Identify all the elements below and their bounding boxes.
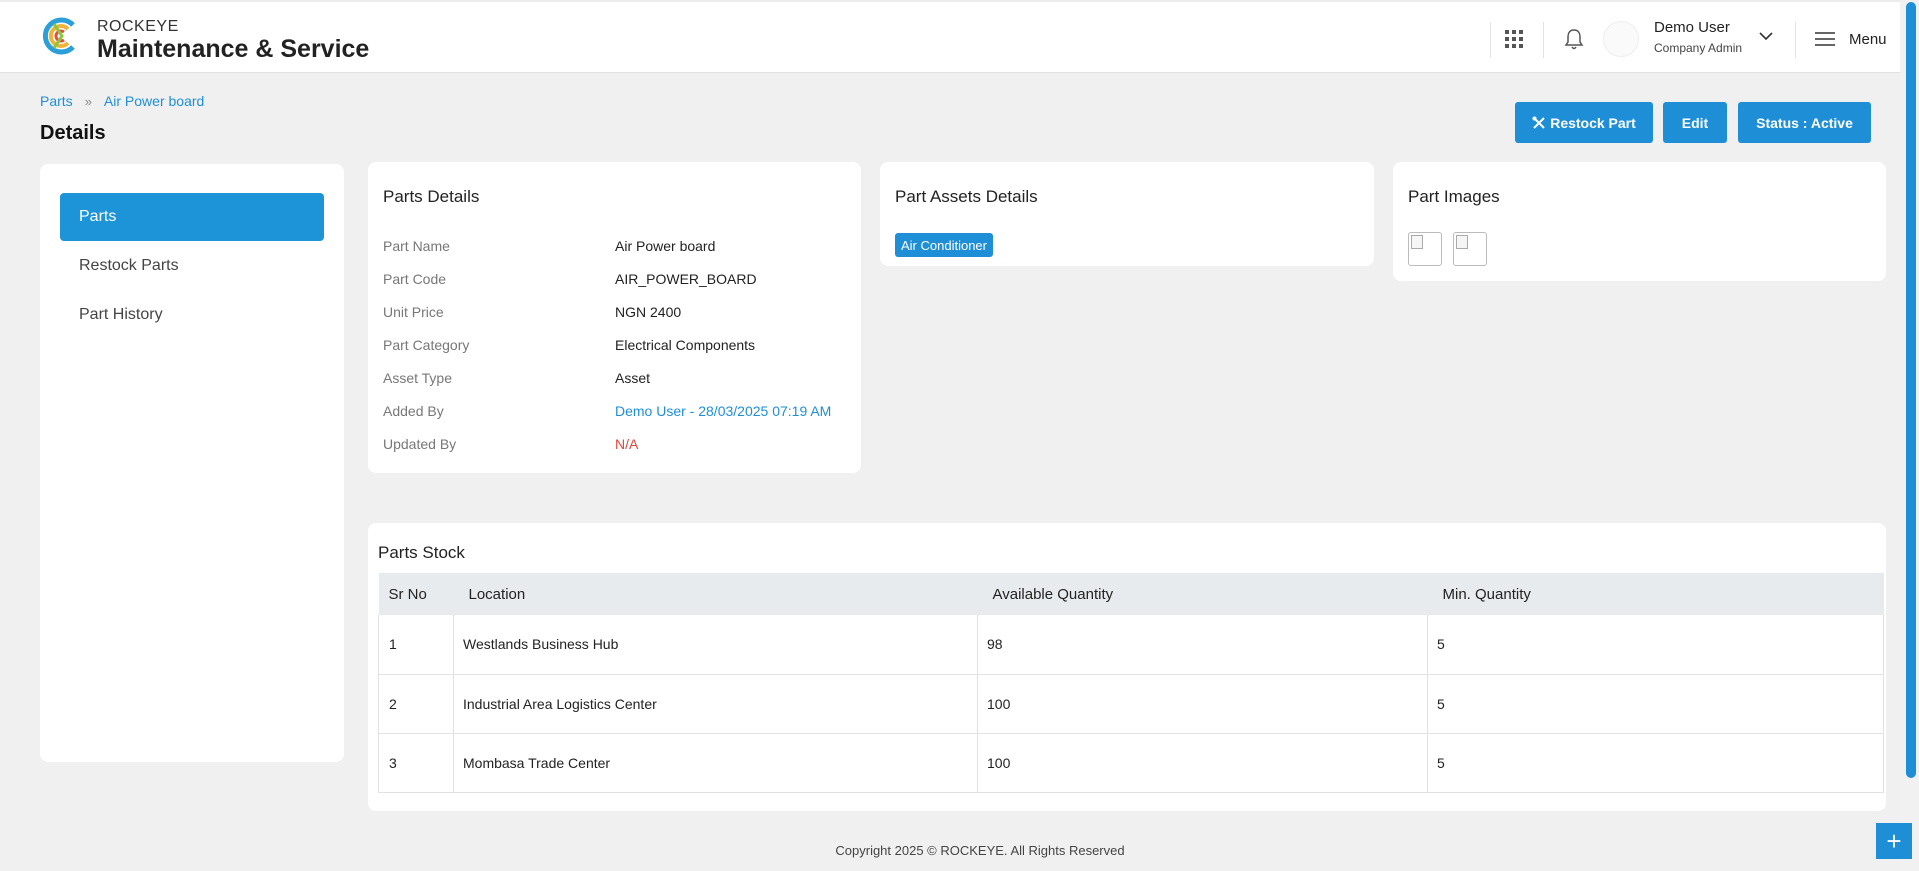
header-divider xyxy=(1543,22,1544,58)
brand-company: ROCKEYE xyxy=(97,18,179,35)
page-title: Details xyxy=(40,122,106,144)
header-divider xyxy=(1795,22,1796,58)
sidebar: Parts Restock Parts Part History xyxy=(40,164,344,762)
cell-min-qty: 5 xyxy=(1427,733,1884,793)
plus-icon: + xyxy=(1886,825,1902,856)
detail-value: Electrical Components xyxy=(615,337,756,353)
detail-value: Air Power board xyxy=(615,238,716,254)
cell-available-qty: 100 xyxy=(977,733,1428,793)
chevron-down-icon[interactable] xyxy=(1758,28,1774,44)
detail-key: Part Code xyxy=(383,271,447,287)
part-assets-title: Part Assets Details xyxy=(895,187,1038,206)
user-name: Demo User xyxy=(1654,19,1730,36)
parts-stock-table: Sr No Location Available Quantity Min. Q… xyxy=(378,573,1884,793)
table-row: 3 Mombasa Trade Center 100 5 xyxy=(378,733,1884,793)
status-button[interactable]: Status : Active xyxy=(1738,102,1871,143)
parts-stock-card: Parts Stock Sr No Location Available Qua… xyxy=(368,523,1886,811)
tools-icon xyxy=(1532,116,1545,129)
asset-tag[interactable]: Air Conditioner xyxy=(895,233,993,257)
breadcrumb-parts-link[interactable]: Parts xyxy=(40,93,73,109)
user-role: Company Admin xyxy=(1654,41,1743,55)
table-row: 1 Westlands Business Hub 98 5 xyxy=(378,615,1884,675)
menu-label: Menu xyxy=(1849,30,1887,48)
cell-available-qty: 98 xyxy=(977,615,1428,675)
part-images-title: Part Images xyxy=(1408,187,1500,206)
parts-details-card: Parts Details Part Name Air Power board … xyxy=(368,162,861,473)
column-header: Min. Quantity xyxy=(1427,573,1884,615)
table-header-row: Sr No Location Available Quantity Min. Q… xyxy=(378,573,1884,615)
part-image-thumbnail[interactable] xyxy=(1453,232,1487,266)
top-header: ROCKEYE Maintenance & Service Demo User … xyxy=(0,0,1900,73)
cell-available-qty: 100 xyxy=(977,674,1428,734)
detail-key: Asset Type xyxy=(383,370,453,386)
broken-image-icon xyxy=(1411,235,1423,249)
rockeye-logo xyxy=(42,17,78,55)
add-fab-button[interactable]: + xyxy=(1876,823,1912,859)
notification-bell-icon[interactable] xyxy=(1563,27,1585,51)
copyright-footer: Copyright 2025 © ROCKEYE. All Rights Res… xyxy=(835,843,1125,858)
cell-location: Mombasa Trade Center xyxy=(453,733,978,793)
detail-key: Part Category xyxy=(383,337,470,353)
broken-image-icon xyxy=(1456,235,1468,249)
parts-details-title: Parts Details xyxy=(383,187,480,206)
detail-key: Part Name xyxy=(383,238,450,254)
detail-value: N/A xyxy=(615,436,639,452)
detail-key: Updated By xyxy=(383,436,457,452)
breadcrumb-separator-icon: » xyxy=(84,93,92,109)
cell-sr-no: 3 xyxy=(378,733,454,793)
sidebar-item-restock-parts[interactable]: Restock Parts xyxy=(60,242,324,290)
breadcrumb-current-link[interactable]: Air Power board xyxy=(104,93,204,109)
added-by-link[interactable]: Demo User - 28/03/2025 07:19 AM xyxy=(615,403,831,419)
detail-value: AIR_POWER_BOARD xyxy=(615,271,757,287)
table-row: 2 Industrial Area Logistics Center 100 5 xyxy=(378,674,1884,734)
page-scrollbar[interactable] xyxy=(1900,0,1919,871)
parts-stock-title: Parts Stock xyxy=(378,543,465,562)
sidebar-item-label: Part History xyxy=(79,306,163,323)
detail-value: Asset xyxy=(615,370,651,386)
detail-key: Unit Price xyxy=(383,304,444,320)
part-images-card: Part Images xyxy=(1393,162,1886,281)
cell-sr-no: 2 xyxy=(378,674,454,734)
status-label: Status : Active xyxy=(1756,114,1853,131)
sidebar-item-part-history[interactable]: Part History xyxy=(60,291,324,339)
sidebar-item-label: Restock Parts xyxy=(79,257,179,274)
apps-grid-icon[interactable] xyxy=(1505,30,1523,48)
column-header: Location xyxy=(453,573,978,615)
header-divider xyxy=(1490,22,1491,58)
breadcrumb: Parts » Air Power board xyxy=(40,93,204,109)
detail-key: Added By xyxy=(383,403,444,419)
scrollbar-thumb[interactable] xyxy=(1906,2,1916,778)
cell-sr-no: 1 xyxy=(378,615,454,675)
column-header: Sr No xyxy=(378,573,454,615)
hamburger-icon xyxy=(1815,32,1835,46)
avatar[interactable] xyxy=(1603,21,1639,57)
restock-part-label: Restock Part xyxy=(1550,114,1636,131)
cell-min-qty: 5 xyxy=(1427,615,1884,675)
sidebar-item-parts[interactable]: Parts xyxy=(60,193,324,241)
edit-label: Edit xyxy=(1681,114,1709,131)
menu-button[interactable]: Menu xyxy=(1815,29,1887,49)
edit-button[interactable]: Edit xyxy=(1663,102,1727,143)
cell-min-qty: 5 xyxy=(1427,674,1884,734)
part-assets-card: Part Assets Details Air Conditioner xyxy=(880,162,1374,266)
column-header: Available Quantity xyxy=(977,573,1428,615)
detail-value: NGN 2400 xyxy=(615,304,682,320)
restock-part-button[interactable]: Restock Part xyxy=(1515,102,1653,143)
sidebar-item-label: Parts xyxy=(79,208,117,225)
app-title: Maintenance & Service xyxy=(97,35,370,63)
part-image-thumbnail[interactable] xyxy=(1408,232,1442,266)
cell-location: Westlands Business Hub xyxy=(453,615,978,675)
cell-location: Industrial Area Logistics Center xyxy=(453,674,978,734)
